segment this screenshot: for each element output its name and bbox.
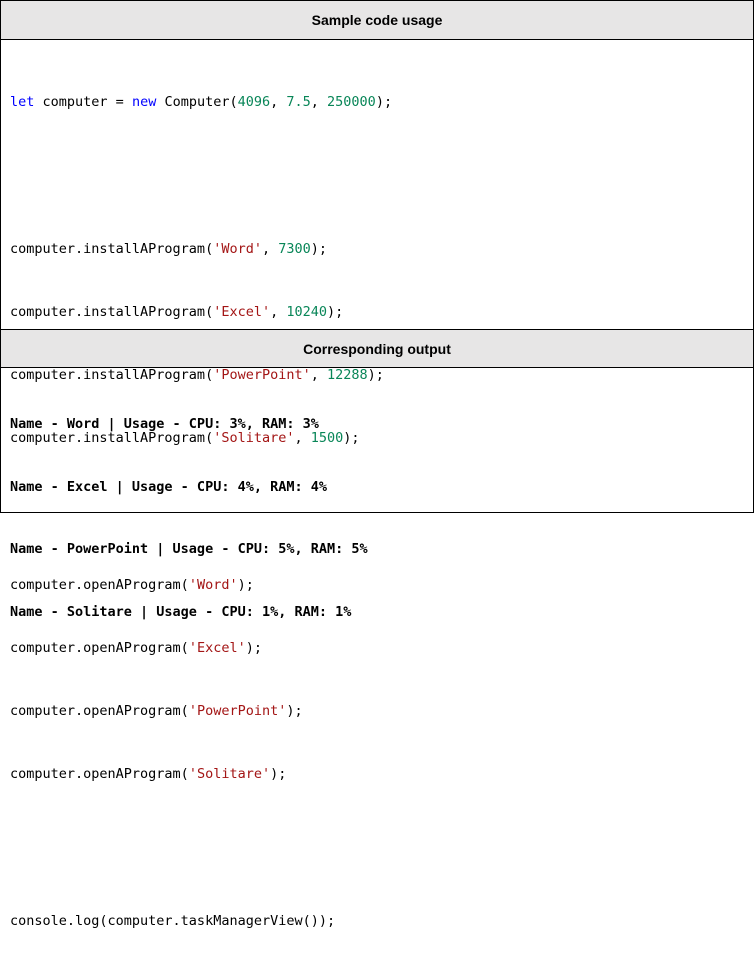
code-text: Computer( (156, 94, 238, 110)
output-line: Name - Word | Usage - CPU: 3%, RAM: 3% (10, 416, 319, 432)
code-line: computer.openAProgram('PowerPoint'); (10, 701, 392, 722)
code-line: computer.openAProgram('Solitare'); (10, 764, 392, 785)
code-text: ); (375, 94, 393, 110)
output-line: Name - PowerPoint | Usage - CPU: 5%, RAM… (10, 541, 368, 558)
code-table: Sample code usage let computer = new Com… (0, 0, 754, 929)
code-line: computer.installAProgram('Word', 7300); (10, 239, 392, 260)
keyword: let (10, 94, 35, 110)
code-text: , (270, 94, 287, 110)
output-header: Corresponding output (1, 329, 753, 368)
code-text: , (261, 241, 279, 257)
code-text: computer.openAProgram( (10, 766, 189, 782)
code-text: , (310, 94, 328, 110)
code-line: console.log(computer.taskManagerView()); (10, 913, 336, 929)
code-text: computer.installAProgram( (10, 241, 214, 257)
output-block: Name - Word | Usage - CPU: 3%, RAM: 3% N… (10, 381, 368, 663)
code-text: ); (310, 241, 328, 257)
keyword: new (131, 94, 157, 110)
code-text: computer = (34, 94, 132, 110)
string-literal: 'Excel' (213, 304, 271, 320)
string-literal: 'Solitare' (188, 766, 271, 782)
code-text: ); (327, 304, 344, 320)
code-text: computer.installAProgram( (10, 304, 214, 320)
code-text: ); (367, 367, 384, 383)
string-literal: 'Word' (213, 241, 262, 257)
code-line: computer.installAProgram('Excel', 10240)… (10, 302, 392, 323)
code-text: ); (286, 703, 303, 719)
number-literal: 4096 (237, 94, 271, 110)
number-literal: 7.5 (286, 94, 311, 110)
code-text: , (270, 304, 287, 320)
code-line: let computer = new Computer(4096, 7.5, 2… (10, 92, 392, 113)
sample-code-header: Sample code usage (1, 1, 753, 40)
output-line: Name - Solitare | Usage - CPU: 1%, RAM: … (10, 603, 352, 620)
code-text: ); (270, 766, 287, 782)
number-literal: 7300 (278, 241, 311, 257)
number-literal: 10240 (286, 304, 328, 320)
string-literal: 'PowerPoint' (188, 703, 287, 719)
code-text: computer.openAProgram( (10, 703, 189, 719)
number-literal: 250000 (327, 94, 376, 110)
output-line: Name - Excel | Usage - CPU: 4%, RAM: 4% (10, 478, 327, 495)
